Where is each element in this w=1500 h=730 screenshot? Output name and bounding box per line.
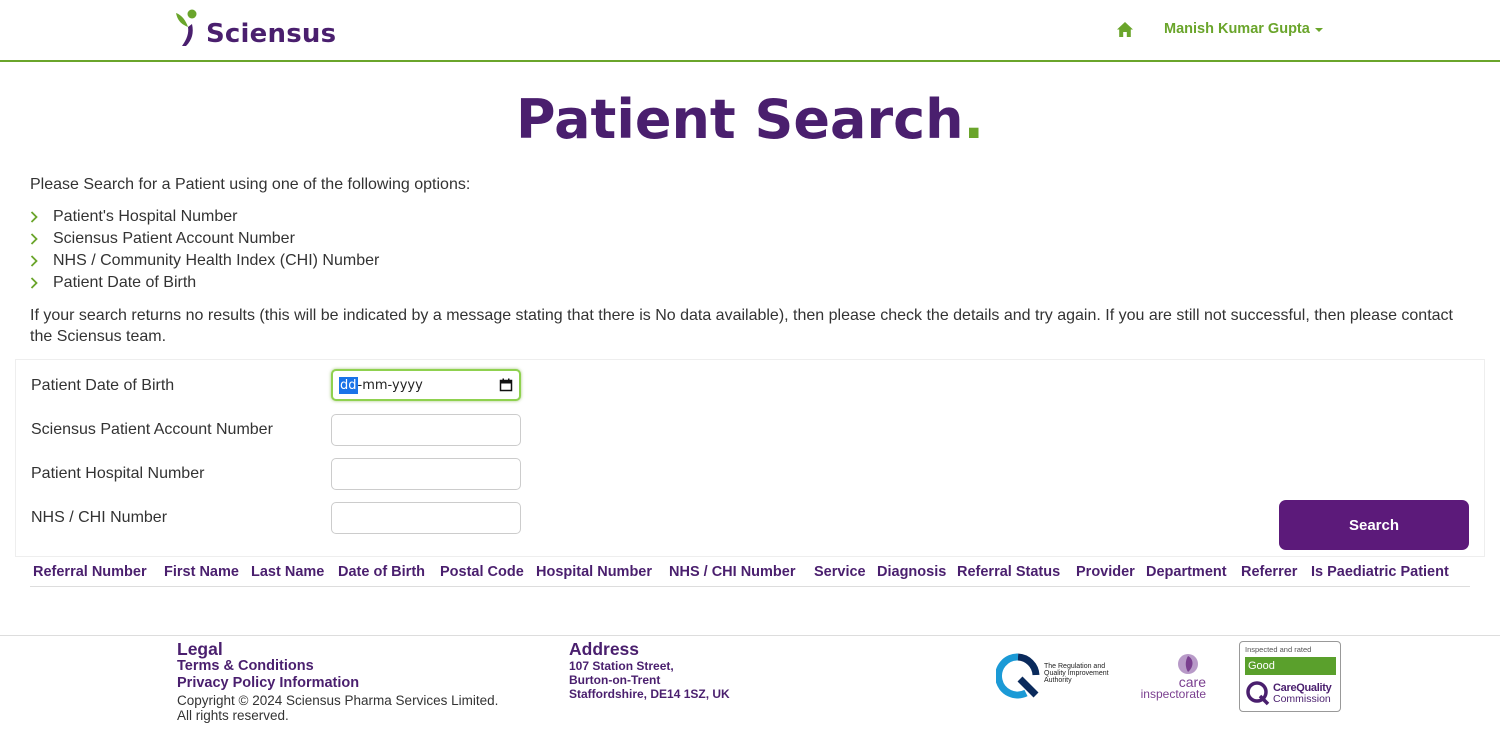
- chevron-right-icon: [30, 250, 53, 272]
- page-title: Patient Search.: [0, 88, 1500, 151]
- column-header[interactable]: Referral Number: [33, 564, 147, 580]
- rqia-logo: The Regulation and Quality Improvement A…: [995, 653, 1120, 699]
- top-header: Sciensus Manish Kumar Gupta: [0, 0, 1500, 62]
- dob-rest-segment: -mm-yyyy: [357, 377, 423, 393]
- search-option-label: Patient's Hospital Number: [53, 208, 238, 225]
- column-header[interactable]: NHS / CHI Number: [669, 564, 796, 580]
- copyright-text: Copyright © 2024 Sciensus Pharma Service…: [177, 693, 499, 708]
- home-icon[interactable]: [1116, 21, 1134, 38]
- cqc-rating: Good: [1245, 657, 1336, 675]
- sciensus-logo[interactable]: Sciensus: [172, 9, 336, 49]
- address-line: 107 Station Street,: [569, 659, 674, 673]
- search-option: Patient's Hospital Number: [30, 206, 379, 228]
- column-header[interactable]: Provider: [1076, 564, 1135, 580]
- page-footer: Legal Terms & Conditions Privacy Policy …: [0, 635, 1500, 730]
- cqc-inspected-text: Inspected and rated: [1245, 645, 1312, 654]
- dob-day-segment: dd: [339, 376, 358, 394]
- cqc-name-line-2: Commission: [1273, 693, 1331, 705]
- dob-placeholder: dd -mm-yyyy: [339, 376, 423, 394]
- cqc-rating-badge[interactable]: Inspected and rated Good CareQuality Com…: [1239, 641, 1341, 712]
- page-title-text: Patient Search: [515, 88, 964, 151]
- column-header[interactable]: Diagnosis: [877, 564, 946, 580]
- sciensus-logo-mark-icon: [172, 9, 204, 49]
- search-option-label: Sciensus Patient Account Number: [53, 230, 295, 247]
- hospital-number-input[interactable]: [331, 458, 521, 490]
- intro-text: Please Search for a Patient using one of…: [30, 176, 471, 193]
- search-button[interactable]: Search: [1279, 500, 1469, 550]
- search-option-label: Patient Date of Birth: [53, 274, 197, 291]
- dob-label: Patient Date of Birth: [31, 377, 175, 394]
- chevron-right-icon: [30, 272, 53, 294]
- caret-down-icon: [1314, 28, 1323, 32]
- care-inspectorate-icon: [1178, 654, 1198, 674]
- inspectorate-word: inspectorate: [1140, 687, 1206, 701]
- search-options-list: Patient's Hospital Number Sciensus Patie…: [30, 206, 379, 294]
- search-option: Patient Date of Birth: [30, 272, 379, 294]
- column-header[interactable]: Last Name: [251, 564, 324, 580]
- address-line: Burton-on-Trent: [569, 673, 661, 687]
- column-header[interactable]: Hospital Number: [536, 564, 652, 580]
- hospital-number-label: Patient Hospital Number: [31, 465, 205, 482]
- chevron-right-icon: [30, 228, 53, 250]
- account-number-label: Sciensus Patient Account Number: [31, 421, 273, 438]
- results-table-header: Referral Number First Name Last Name Dat…: [30, 560, 1470, 587]
- search-option-label: NHS / Community Health Index (CHI) Numbe…: [53, 252, 380, 269]
- terms-link[interactable]: Terms & Conditions: [177, 658, 314, 674]
- column-header[interactable]: First Name: [164, 564, 239, 580]
- rqia-q-icon: [995, 653, 1040, 699]
- column-header[interactable]: Referrer: [1241, 564, 1297, 580]
- column-header[interactable]: Service: [814, 564, 866, 580]
- rqia-text: The Regulation and Quality Improvement A…: [1044, 663, 1109, 684]
- user-menu-dropdown[interactable]: Manish Kumar Gupta: [1164, 21, 1323, 37]
- legal-heading: Legal: [177, 639, 223, 659]
- column-header[interactable]: Department: [1146, 564, 1227, 580]
- user-name: Manish Kumar Gupta: [1164, 21, 1310, 37]
- calendar-icon[interactable]: [499, 378, 513, 392]
- no-results-note: If your search returns no results (this …: [30, 307, 1453, 345]
- rights-text: All rights reserved.: [177, 708, 289, 723]
- search-option: NHS / Community Health Index (CHI) Numbe…: [30, 250, 379, 272]
- title-dot: .: [963, 88, 985, 151]
- care-inspectorate-logo: care inspectorate: [1136, 653, 1208, 701]
- column-header[interactable]: Date of Birth: [338, 564, 425, 580]
- privacy-link[interactable]: Privacy Policy Information: [177, 675, 359, 691]
- brand-name: Sciensus: [206, 19, 337, 49]
- address-line: Staffordshire, DE14 1SZ, UK: [569, 687, 730, 701]
- column-header[interactable]: Referral Status: [957, 564, 1060, 580]
- dob-date-input[interactable]: dd -mm-yyyy: [331, 369, 521, 401]
- address-heading: Address: [569, 639, 640, 659]
- cqc-q-icon: [1246, 681, 1270, 706]
- nhs-chi-label: NHS / CHI Number: [31, 509, 168, 526]
- column-header[interactable]: Is Paediatric Patient: [1311, 564, 1449, 580]
- search-form-panel: Patient Date of Birth dd -mm-yyyy Sciensu…: [15, 359, 1485, 557]
- chevron-right-icon: [30, 206, 53, 228]
- account-number-input[interactable]: [331, 414, 521, 446]
- nhs-chi-input[interactable]: [331, 502, 521, 534]
- column-header[interactable]: Postal Code: [440, 564, 524, 580]
- search-option: Sciensus Patient Account Number: [30, 228, 379, 250]
